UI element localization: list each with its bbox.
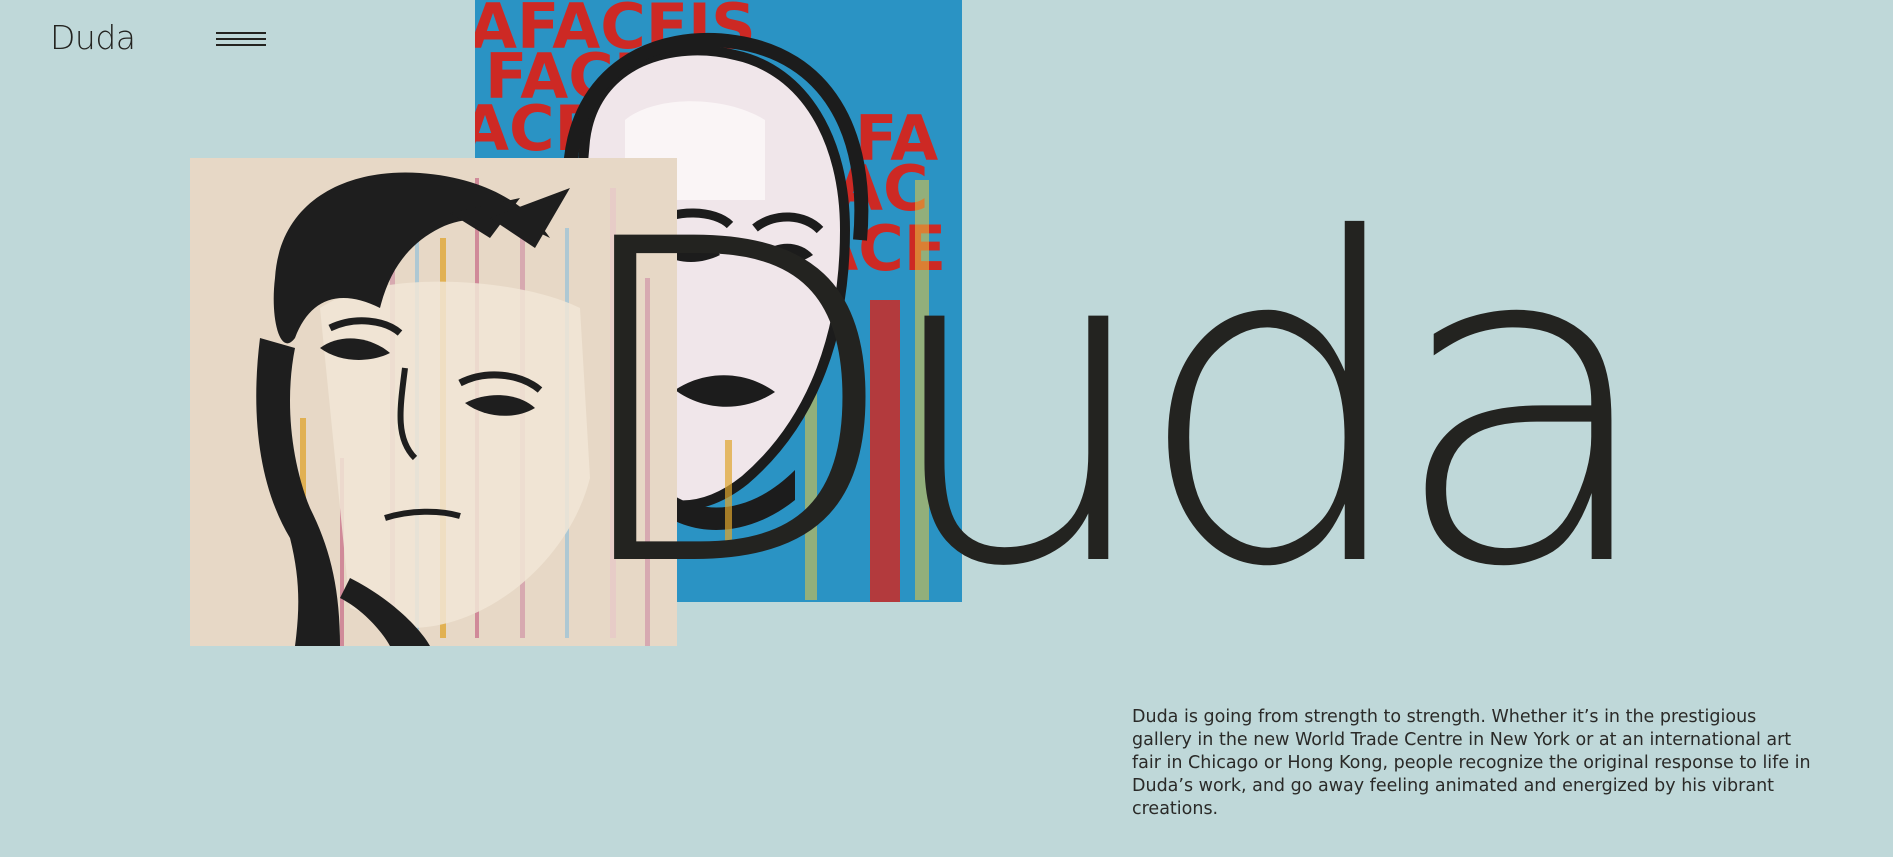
hero-title: Duda bbox=[560, 146, 1662, 664]
logo[interactable]: Duda bbox=[50, 18, 136, 57]
menu-bar bbox=[216, 44, 266, 46]
menu-bar bbox=[216, 32, 266, 34]
menu-bar bbox=[216, 38, 266, 40]
description-text: Duda is going from strength to strength.… bbox=[1132, 707, 1811, 819]
hamburger-menu-icon[interactable] bbox=[216, 32, 266, 52]
